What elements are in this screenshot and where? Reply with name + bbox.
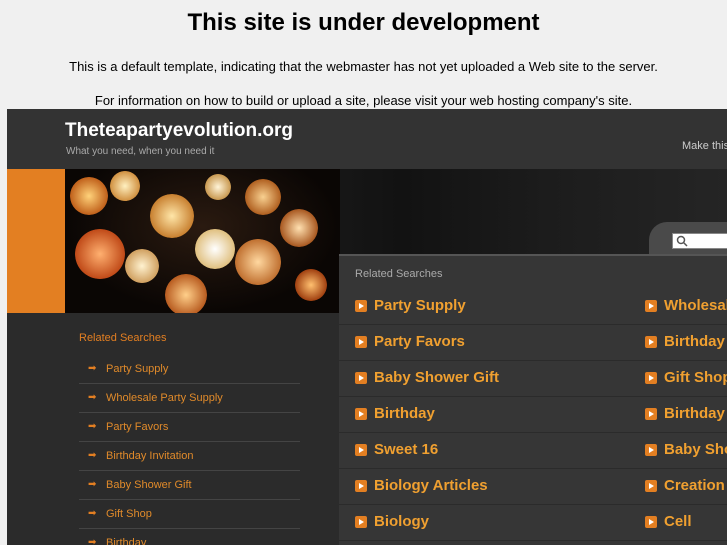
dev-notice: This site is under development This is a… [0, 0, 727, 109]
arrow-right-icon: ➡ [88, 479, 97, 490]
related-search-label: Biology Articles [374, 477, 488, 494]
related-search-label: Creation [664, 477, 725, 494]
orange-arrow-box-icon [645, 480, 657, 492]
related-search-label: Birthday [664, 405, 725, 422]
related-searches-panel: Related Searches Party SupplyWholesalePa… [339, 254, 727, 545]
related-search-label: Baby Shower Gift [374, 369, 500, 386]
panel-heading: Related Searches [355, 268, 443, 280]
orange-accent-bar [7, 169, 65, 313]
related-search-label: Cell [664, 513, 692, 530]
search-row: Biology Articles Creation [339, 468, 727, 505]
notice-line-1: This is a default template, indicating t… [69, 59, 658, 74]
arrow-right-icon: ➡ [88, 537, 97, 545]
sidebar-link[interactable]: ➡ Birthday Invitation [79, 442, 300, 471]
orange-arrow-box-icon [355, 444, 367, 456]
search-row: Party Favors Birthday [339, 324, 727, 361]
sidebar-link-label: Baby Shower Gift [106, 479, 192, 491]
orange-arrow-box-icon [355, 480, 367, 492]
related-search-label: Baby Sho [664, 441, 727, 458]
notice-title: This site is under development [187, 9, 540, 36]
search-row: Baby Shower Gift Gift Shop [339, 360, 727, 397]
search-row: Biology Cell [339, 504, 727, 541]
search-row: Sweet 16 Baby Sho [339, 432, 727, 469]
orange-arrow-box-icon [645, 372, 657, 384]
sidebar-link[interactable]: ➡ Baby Shower Gift [79, 471, 300, 500]
related-search-label: Gift Shop [664, 369, 727, 386]
orange-arrow-box-icon [645, 300, 657, 312]
site-header: Theteapartyevolution.org What you need, … [7, 109, 727, 170]
orange-arrow-box-icon [355, 336, 367, 348]
sidebar-list: ➡ Party Supply ➡ Wholesale Party Supply ➡ Par… [65, 355, 305, 545]
related-search-label: Party Supply [374, 297, 466, 314]
sidebar-heading: Related Searches [79, 332, 167, 344]
sidebar-link[interactable]: ➡ Party Supply [79, 355, 300, 384]
search-row: Birthday Birthday [339, 396, 727, 433]
site-title[interactable]: Theteapartyevolution.org [65, 120, 293, 142]
orange-arrow-box-icon [645, 408, 657, 420]
arrow-right-icon: ➡ [88, 363, 97, 374]
orange-arrow-box-icon [645, 444, 657, 456]
orange-arrow-box-icon [355, 372, 367, 384]
search-input[interactable] [672, 233, 727, 249]
sidebar-link-label: Party Favors [106, 421, 169, 433]
sidebar-link-label: Wholesale Party Supply [106, 392, 223, 404]
sidebar-link-label: Gift Shop [106, 508, 152, 520]
related-search-label: Biology [374, 513, 429, 530]
parked-page: Theteapartyevolution.org What you need, … [7, 109, 727, 545]
related-search-label: Party Favors [374, 333, 465, 350]
arrow-right-icon: ➡ [88, 392, 97, 403]
magnifier-icon [676, 235, 688, 247]
related-search-label: Wholesale [664, 297, 727, 314]
related-search-label: Birthday [664, 333, 725, 350]
orange-arrow-box-icon [645, 516, 657, 528]
related-search-label: Sweet 16 [374, 441, 439, 458]
sidebar-link-label: Birthday [106, 537, 147, 545]
sidebar-link[interactable]: ➡ Birthday [79, 529, 300, 545]
sidebar-link[interactable]: ➡ Wholesale Party Supply [79, 384, 300, 413]
sidebar: Related Searches ➡ Party Supply ➡ Wholesale… [65, 327, 305, 545]
bokeh-lights-image [65, 169, 340, 313]
sidebar-link-label: Birthday Invitation [106, 450, 194, 462]
search-row: Party Supply Wholesale [339, 288, 727, 325]
sidebar-link[interactable]: ➡ Party Favors [79, 413, 300, 442]
make-homepage-link[interactable]: Make this [682, 140, 727, 152]
arrow-right-icon: ➡ [88, 421, 97, 432]
sidebar-link-label: Party Supply [106, 363, 169, 375]
arrow-right-icon: ➡ [88, 508, 97, 519]
orange-arrow-box-icon [355, 408, 367, 420]
orange-arrow-box-icon [355, 516, 367, 528]
site-tagline: What you need, when you need it [66, 146, 215, 157]
orange-arrow-box-icon [645, 336, 657, 348]
sidebar-link[interactable]: ➡ Gift Shop [79, 500, 300, 529]
notice-line-2: For information on how to build or uploa… [94, 93, 633, 108]
orange-arrow-box-icon [355, 300, 367, 312]
related-search-label: Birthday [374, 405, 435, 422]
arrow-right-icon: ➡ [88, 450, 97, 461]
